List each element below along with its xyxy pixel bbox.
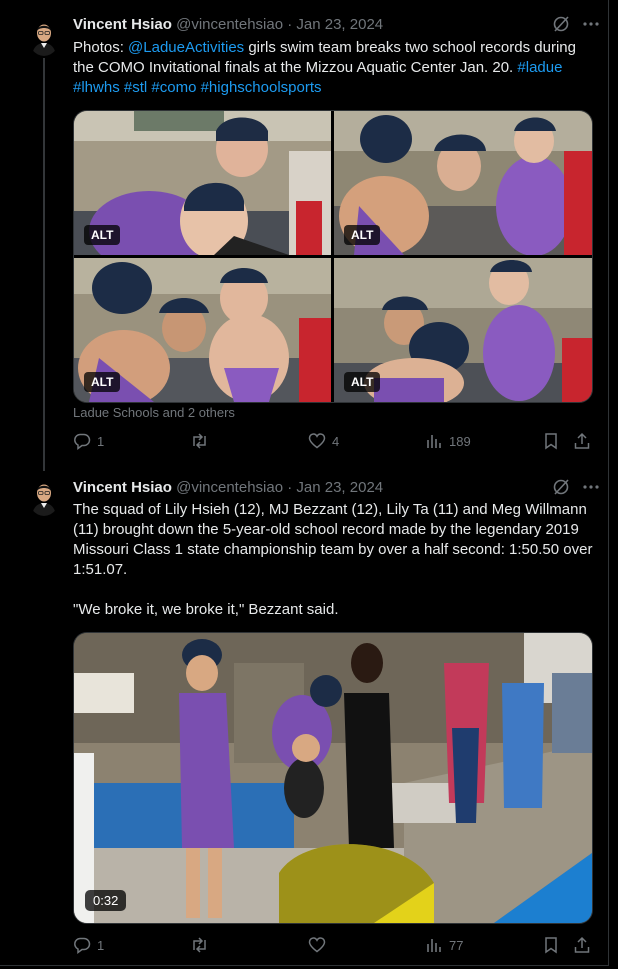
reply-button[interactable]: 1 <box>73 432 104 450</box>
author-avatar[interactable] <box>28 478 60 516</box>
thread-connector <box>43 58 45 471</box>
repost-button[interactable] <box>190 936 215 954</box>
share-icon <box>574 936 590 953</box>
alt-text-badge[interactable]: ALT <box>344 372 381 392</box>
tweet-date[interactable]: · Jan 23, 2024 <box>287 479 383 496</box>
tweet-header: Vincent Hsiao @vincentehsiao · Jan 23, 2… <box>73 478 383 498</box>
hashtag-link[interactable]: #stl <box>124 79 147 96</box>
mention-link[interactable]: @LadueActivities <box>128 39 244 56</box>
hashtag-link[interactable]: #ladue <box>517 59 562 76</box>
tweet-text: Photos: @LadueActivities girls swim team… <box>73 38 598 98</box>
alt-text-badge[interactable]: ALT <box>84 225 121 245</box>
repost-icon <box>193 937 206 953</box>
avatar-portrait-icon <box>28 478 60 516</box>
tweet-text-quote: "We broke it, we broke it," Bezzant said… <box>73 601 339 618</box>
repost-icon <box>193 433 206 449</box>
author-handle[interactable]: @vincentehsiao <box>176 16 283 33</box>
tagged-users[interactable]: Ladue Schools and 2 others <box>73 405 235 420</box>
hashtag-link[interactable]: #como <box>151 79 196 96</box>
view-count: 189 <box>449 433 471 449</box>
photo-4[interactable]: ALT <box>334 258 592 402</box>
reply-button[interactable]: 1 <box>73 936 104 954</box>
views-button[interactable]: 77 <box>425 936 463 954</box>
reply-icon <box>74 433 91 450</box>
tweet-actions: 1 77 <box>73 936 593 956</box>
analytics-icon <box>427 435 441 448</box>
view-count: 77 <box>449 937 464 953</box>
tweet-text: The squad of Lily Hsieh (12), MJ Bezzant… <box>73 501 593 578</box>
heart-icon <box>308 433 326 449</box>
author-avatar[interactable] <box>28 18 60 56</box>
video-thumbnail-pool-deck-icon <box>74 633 592 923</box>
author-handle[interactable]: @vincentehsiao <box>176 479 283 496</box>
more-options-icon[interactable] <box>582 478 600 496</box>
hashtag-link[interactable]: #lhwhs <box>73 79 120 96</box>
author-name[interactable]: Vincent Hsiao <box>73 479 172 496</box>
alt-text-badge[interactable]: ALT <box>84 372 121 392</box>
photo-grid: ALT ALT ALT ALT <box>73 110 593 403</box>
video-duration-badge: 0:32 <box>85 890 127 911</box>
more-options-icon[interactable] <box>582 15 600 33</box>
bookmark-icon <box>545 433 557 450</box>
photo-3[interactable]: ALT <box>74 258 331 402</box>
views-button[interactable]: 189 <box>425 432 471 450</box>
reply-count: 1 <box>97 433 105 449</box>
bookmark-button[interactable] <box>543 432 559 450</box>
reply-icon <box>74 937 91 954</box>
share-icon <box>574 432 590 449</box>
bookmark-icon <box>545 937 557 954</box>
reply-count: 1 <box>97 937 105 953</box>
analytics-icon <box>427 939 441 952</box>
repost-button[interactable] <box>190 432 215 450</box>
bookmark-button[interactable] <box>543 936 559 954</box>
avatar-portrait-icon <box>28 18 60 56</box>
photo-2[interactable]: ALT <box>334 111 592 255</box>
tweet-header-actions <box>552 15 600 33</box>
tweet-header-actions <box>552 478 600 496</box>
tweet-text-intro: Photos: <box>73 39 129 56</box>
grok-icon[interactable] <box>552 15 570 33</box>
hashtag-link[interactable]: #highschoolsports <box>201 79 322 96</box>
grok-icon[interactable] <box>552 478 570 496</box>
share-button[interactable] <box>573 432 591 450</box>
tweet-header: Vincent Hsiao @vincentehsiao · Jan 23, 2… <box>73 15 383 35</box>
photo-1[interactable]: ALT <box>74 111 331 255</box>
tweet-date[interactable]: · Jan 23, 2024 <box>287 16 383 33</box>
heart-icon <box>308 937 326 953</box>
like-button[interactable]: 4 <box>308 432 339 450</box>
share-button[interactable] <box>573 936 591 954</box>
video-player[interactable]: 0:32 <box>73 632 593 924</box>
like-button[interactable] <box>308 936 332 954</box>
author-name[interactable]: Vincent Hsiao <box>73 16 172 33</box>
like-count: 4 <box>332 433 340 449</box>
alt-text-badge[interactable]: ALT <box>344 225 381 245</box>
tweet-actions: 1 4 189 <box>73 432 593 452</box>
